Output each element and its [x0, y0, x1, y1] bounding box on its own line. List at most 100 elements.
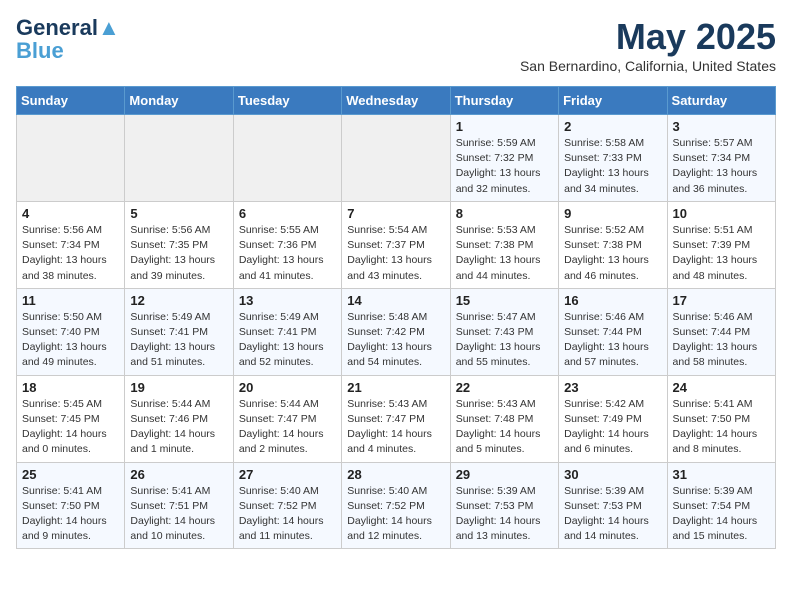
- day-number: 17: [673, 293, 770, 308]
- calendar-cell: 3Sunrise: 5:57 AM Sunset: 7:34 PM Daylig…: [667, 115, 775, 202]
- day-number: 13: [239, 293, 336, 308]
- day-detail: Sunrise: 5:59 AM Sunset: 7:32 PM Dayligh…: [456, 136, 553, 197]
- weekday-header-cell: Wednesday: [342, 87, 450, 115]
- calendar-week-row: 11 Sunrise: 5:50 AM Sunset: 7:40 PM Dayli…: [17, 288, 776, 375]
- calendar-cell: 21Sunrise: 5:43 AM Sunset: 7:47 PM Dayli…: [342, 375, 450, 462]
- calendar-cell: 12Sunrise: 5:49 AM Sunset: 7:41 PM Dayli…: [125, 288, 233, 375]
- day-detail: Sunrise: 5:39 AM Sunset: 7:53 PM Dayligh…: [564, 484, 661, 545]
- day-number: 9: [564, 206, 661, 221]
- weekday-header-cell: Thursday: [450, 87, 558, 115]
- day-number: 2: [564, 119, 661, 134]
- day-detail: Sunrise: 5:41 AM Sunset: 7:50 PM Dayligh…: [673, 397, 770, 458]
- calendar-cell: 17 Sunrise: 5:46 AM Sunset: 7:44 PM Dayli…: [667, 288, 775, 375]
- day-detail: Sunrise: 5:45 AM Sunset: 7:45 PM Dayligh…: [22, 397, 119, 458]
- day-number: 16: [564, 293, 661, 308]
- calendar-cell: 25 Sunrise: 5:41 AM Sunset: 7:50 PM Dayli…: [17, 462, 125, 549]
- calendar-week-row: 25 Sunrise: 5:41 AM Sunset: 7:50 PM Dayli…: [17, 462, 776, 549]
- weekday-header-cell: Friday: [559, 87, 667, 115]
- day-number: 24: [673, 380, 770, 395]
- weekday-header-cell: Monday: [125, 87, 233, 115]
- day-number: 14: [347, 293, 444, 308]
- calendar-week-row: 4 Sunrise: 5:56 AM Sunset: 7:34 PM Daylig…: [17, 201, 776, 288]
- calendar-cell: 22Sunrise: 5:43 AM Sunset: 7:48 PM Dayli…: [450, 375, 558, 462]
- day-detail: Sunrise: 5:44 AM Sunset: 7:46 PM Dayligh…: [130, 397, 227, 458]
- calendar-week-row: 18 Sunrise: 5:45 AM Sunset: 7:45 PM Dayli…: [17, 375, 776, 462]
- day-number: 8: [456, 206, 553, 221]
- day-number: 22: [456, 380, 553, 395]
- day-detail: Sunrise: 5:52 AM Sunset: 7:38 PM Dayligh…: [564, 223, 661, 284]
- day-number: 4: [22, 206, 119, 221]
- calendar-cell: [342, 115, 450, 202]
- calendar-cell: 11 Sunrise: 5:50 AM Sunset: 7:40 PM Dayli…: [17, 288, 125, 375]
- day-detail: Sunrise: 5:47 AM Sunset: 7:43 PM Dayligh…: [456, 310, 553, 371]
- month-title: May 2025: [520, 16, 776, 58]
- calendar-cell: 7 Sunrise: 5:54 AM Sunset: 7:37 PM Daylig…: [342, 201, 450, 288]
- day-number: 18: [22, 380, 119, 395]
- logo-blue: Blue: [16, 40, 64, 62]
- day-number: 11: [22, 293, 119, 308]
- calendar-week-row: 1 Sunrise: 5:59 AM Sunset: 7:32 PM Daylig…: [17, 115, 776, 202]
- day-number: 15: [456, 293, 553, 308]
- day-number: 6: [239, 206, 336, 221]
- calendar-cell: 5 Sunrise: 5:56 AM Sunset: 7:35 PM Daylig…: [125, 201, 233, 288]
- calendar-cell: 26 Sunrise: 5:41 AM Sunset: 7:51 PM Dayli…: [125, 462, 233, 549]
- day-detail: Sunrise: 5:44 AM Sunset: 7:47 PM Dayligh…: [239, 397, 336, 458]
- calendar-cell: 20Sunrise: 5:44 AM Sunset: 7:47 PM Dayli…: [233, 375, 341, 462]
- calendar-cell: 14Sunrise: 5:48 AM Sunset: 7:42 PM Dayli…: [342, 288, 450, 375]
- calendar-cell: 10Sunrise: 5:51 AM Sunset: 7:39 PM Dayli…: [667, 201, 775, 288]
- page-header: General▲ Blue May 2025 San Bernardino, C…: [16, 16, 776, 74]
- day-detail: Sunrise: 5:56 AM Sunset: 7:35 PM Dayligh…: [130, 223, 227, 284]
- calendar-cell: 8Sunrise: 5:53 AM Sunset: 7:38 PM Daylig…: [450, 201, 558, 288]
- weekday-header-cell: Sunday: [17, 87, 125, 115]
- calendar-cell: 28Sunrise: 5:40 AM Sunset: 7:52 PM Dayli…: [342, 462, 450, 549]
- calendar-cell: 9 Sunrise: 5:52 AM Sunset: 7:38 PM Daylig…: [559, 201, 667, 288]
- calendar-cell: 29Sunrise: 5:39 AM Sunset: 7:53 PM Dayli…: [450, 462, 558, 549]
- calendar-cell: 13Sunrise: 5:49 AM Sunset: 7:41 PM Dayli…: [233, 288, 341, 375]
- weekday-header-row: SundayMondayTuesdayWednesdayThursdayFrid…: [17, 87, 776, 115]
- day-detail: Sunrise: 5:50 AM Sunset: 7:40 PM Dayligh…: [22, 310, 119, 371]
- calendar-cell: [125, 115, 233, 202]
- calendar-cell: 30 Sunrise: 5:39 AM Sunset: 7:53 PM Dayli…: [559, 462, 667, 549]
- day-number: 3: [673, 119, 770, 134]
- day-detail: Sunrise: 5:46 AM Sunset: 7:44 PM Dayligh…: [673, 310, 770, 371]
- calendar-cell: 16 Sunrise: 5:46 AM Sunset: 7:44 PM Dayli…: [559, 288, 667, 375]
- calendar-cell: 2 Sunrise: 5:58 AM Sunset: 7:33 PM Daylig…: [559, 115, 667, 202]
- weekday-header-cell: Saturday: [667, 87, 775, 115]
- calendar-body: 1 Sunrise: 5:59 AM Sunset: 7:32 PM Daylig…: [17, 115, 776, 549]
- calendar-cell: 31 Sunrise: 5:39 AM Sunset: 7:54 PM Dayli…: [667, 462, 775, 549]
- day-number: 7: [347, 206, 444, 221]
- day-detail: Sunrise: 5:40 AM Sunset: 7:52 PM Dayligh…: [239, 484, 336, 545]
- calendar-cell: [233, 115, 341, 202]
- calendar-cell: 18 Sunrise: 5:45 AM Sunset: 7:45 PM Dayli…: [17, 375, 125, 462]
- day-detail: Sunrise: 5:55 AM Sunset: 7:36 PM Dayligh…: [239, 223, 336, 284]
- day-detail: Sunrise: 5:41 AM Sunset: 7:50 PM Dayligh…: [22, 484, 119, 545]
- day-number: 30: [564, 467, 661, 482]
- day-detail: Sunrise: 5:46 AM Sunset: 7:44 PM Dayligh…: [564, 310, 661, 371]
- day-detail: Sunrise: 5:58 AM Sunset: 7:33 PM Dayligh…: [564, 136, 661, 197]
- day-detail: Sunrise: 5:39 AM Sunset: 7:54 PM Dayligh…: [673, 484, 770, 545]
- day-number: 10: [673, 206, 770, 221]
- title-area: May 2025 San Bernardino, California, Uni…: [520, 16, 776, 74]
- day-number: 31: [673, 467, 770, 482]
- day-number: 26: [130, 467, 227, 482]
- day-detail: Sunrise: 5:40 AM Sunset: 7:52 PM Dayligh…: [347, 484, 444, 545]
- day-number: 12: [130, 293, 227, 308]
- calendar-cell: 15 Sunrise: 5:47 AM Sunset: 7:43 PM Dayli…: [450, 288, 558, 375]
- day-detail: Sunrise: 5:56 AM Sunset: 7:34 PM Dayligh…: [22, 223, 119, 284]
- logo: General▲ Blue: [16, 16, 120, 62]
- day-detail: Sunrise: 5:42 AM Sunset: 7:49 PM Dayligh…: [564, 397, 661, 458]
- day-detail: Sunrise: 5:43 AM Sunset: 7:47 PM Dayligh…: [347, 397, 444, 458]
- calendar-cell: 19 Sunrise: 5:44 AM Sunset: 7:46 PM Dayli…: [125, 375, 233, 462]
- day-detail: Sunrise: 5:54 AM Sunset: 7:37 PM Dayligh…: [347, 223, 444, 284]
- day-number: 25: [22, 467, 119, 482]
- day-number: 5: [130, 206, 227, 221]
- day-number: 1: [456, 119, 553, 134]
- calendar-cell: 1 Sunrise: 5:59 AM Sunset: 7:32 PM Daylig…: [450, 115, 558, 202]
- day-number: 19: [130, 380, 227, 395]
- day-detail: Sunrise: 5:41 AM Sunset: 7:51 PM Dayligh…: [130, 484, 227, 545]
- calendar-cell: 4 Sunrise: 5:56 AM Sunset: 7:34 PM Daylig…: [17, 201, 125, 288]
- day-number: 29: [456, 467, 553, 482]
- day-number: 23: [564, 380, 661, 395]
- calendar-cell: 6 Sunrise: 5:55 AM Sunset: 7:36 PM Daylig…: [233, 201, 341, 288]
- day-number: 27: [239, 467, 336, 482]
